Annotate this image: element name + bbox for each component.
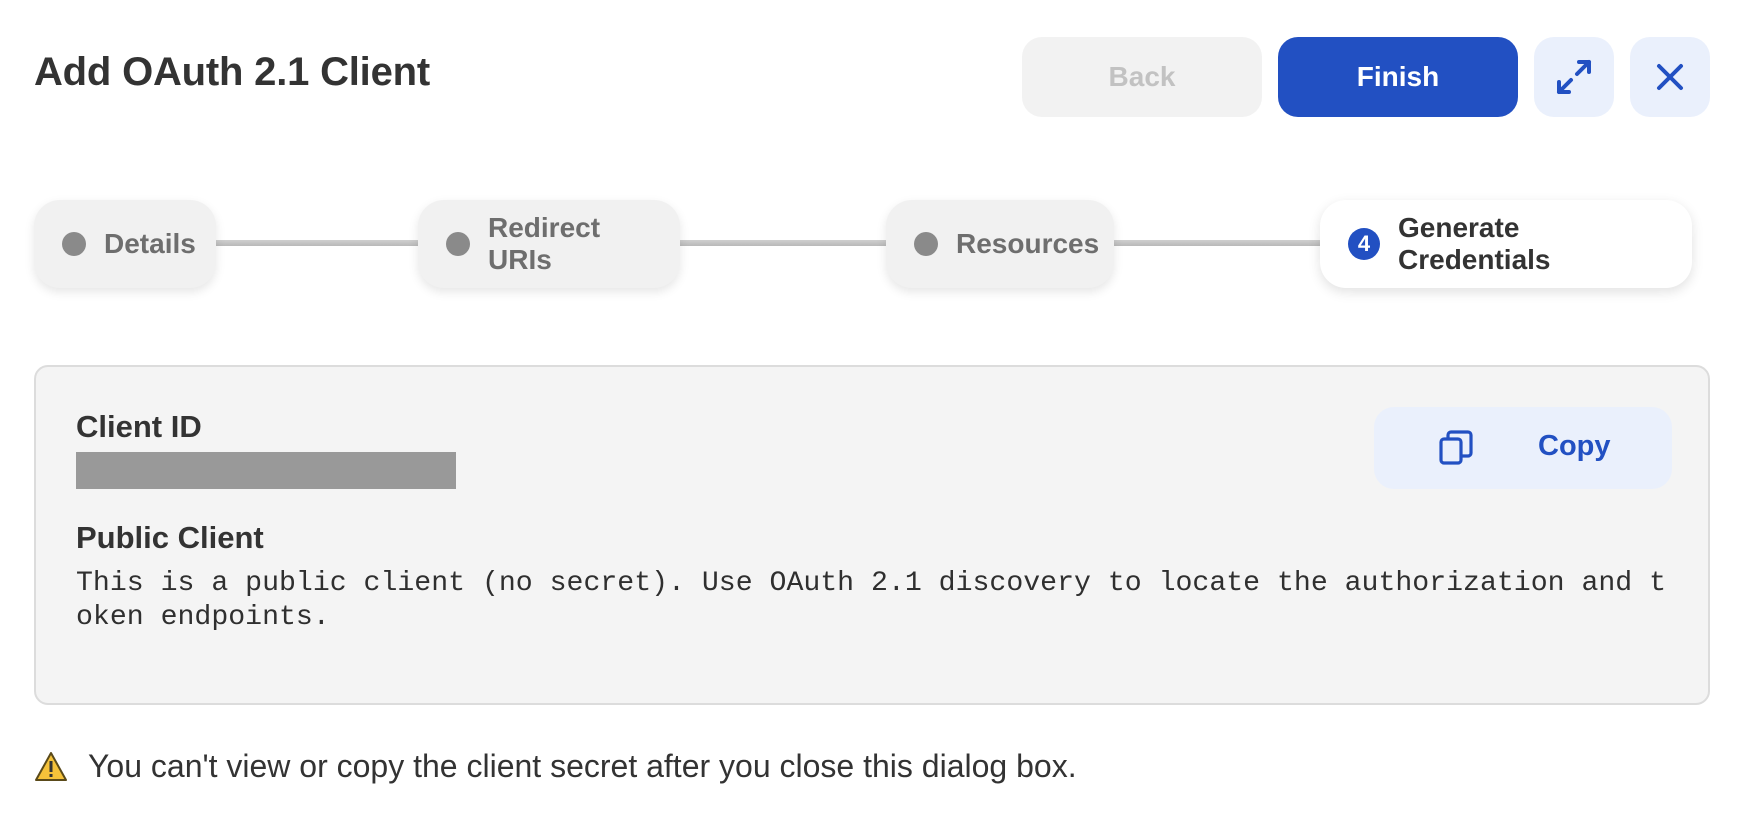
copy-button[interactable]: Copy (1374, 407, 1672, 489)
warning-message: You can't view or copy the client secret… (34, 748, 1077, 785)
step-connector (216, 240, 418, 246)
public-client-description: This is a public client (no secret). Use… (76, 568, 1667, 633)
step-label: Generate Credentials (1398, 212, 1551, 275)
copy-icon (1439, 430, 1473, 465)
expand-icon (1557, 60, 1591, 94)
page-title: Add OAuth 2.1 Client (34, 50, 431, 94)
client-id-label: Client ID (76, 409, 202, 444)
step-generate-credentials[interactable]: 4 Generate Credentials (1320, 200, 1692, 288)
finish-button[interactable]: Finish (1278, 37, 1518, 117)
step-resources[interactable]: Resources (886, 200, 1114, 288)
step-redirect-uris[interactable]: Redirect URIs (418, 200, 680, 288)
step-connector (1114, 240, 1320, 246)
step-dot-icon (62, 232, 86, 256)
credentials-panel: Client ID Copy Public Client This is a p… (34, 365, 1710, 705)
client-id-value-redacted (76, 452, 456, 489)
close-icon (1657, 64, 1683, 90)
step-label: Resources (956, 228, 1100, 259)
step-dot-icon (914, 232, 938, 256)
step-label: Details (104, 228, 196, 259)
step-label: Redirect URIs (488, 212, 601, 275)
step-number-badge: 4 (1348, 228, 1380, 260)
step-connector (680, 240, 886, 246)
step-details[interactable]: Details (34, 200, 216, 288)
close-button[interactable] (1630, 37, 1710, 117)
warning-text: You can't view or copy the client secret… (88, 748, 1077, 784)
public-client-label: Public Client (76, 520, 264, 555)
warning-icon (35, 751, 67, 781)
expand-button[interactable] (1534, 37, 1614, 117)
back-button[interactable]: Back (1022, 37, 1262, 117)
copy-label: Copy (1538, 430, 1611, 462)
step-dot-icon (446, 232, 470, 256)
